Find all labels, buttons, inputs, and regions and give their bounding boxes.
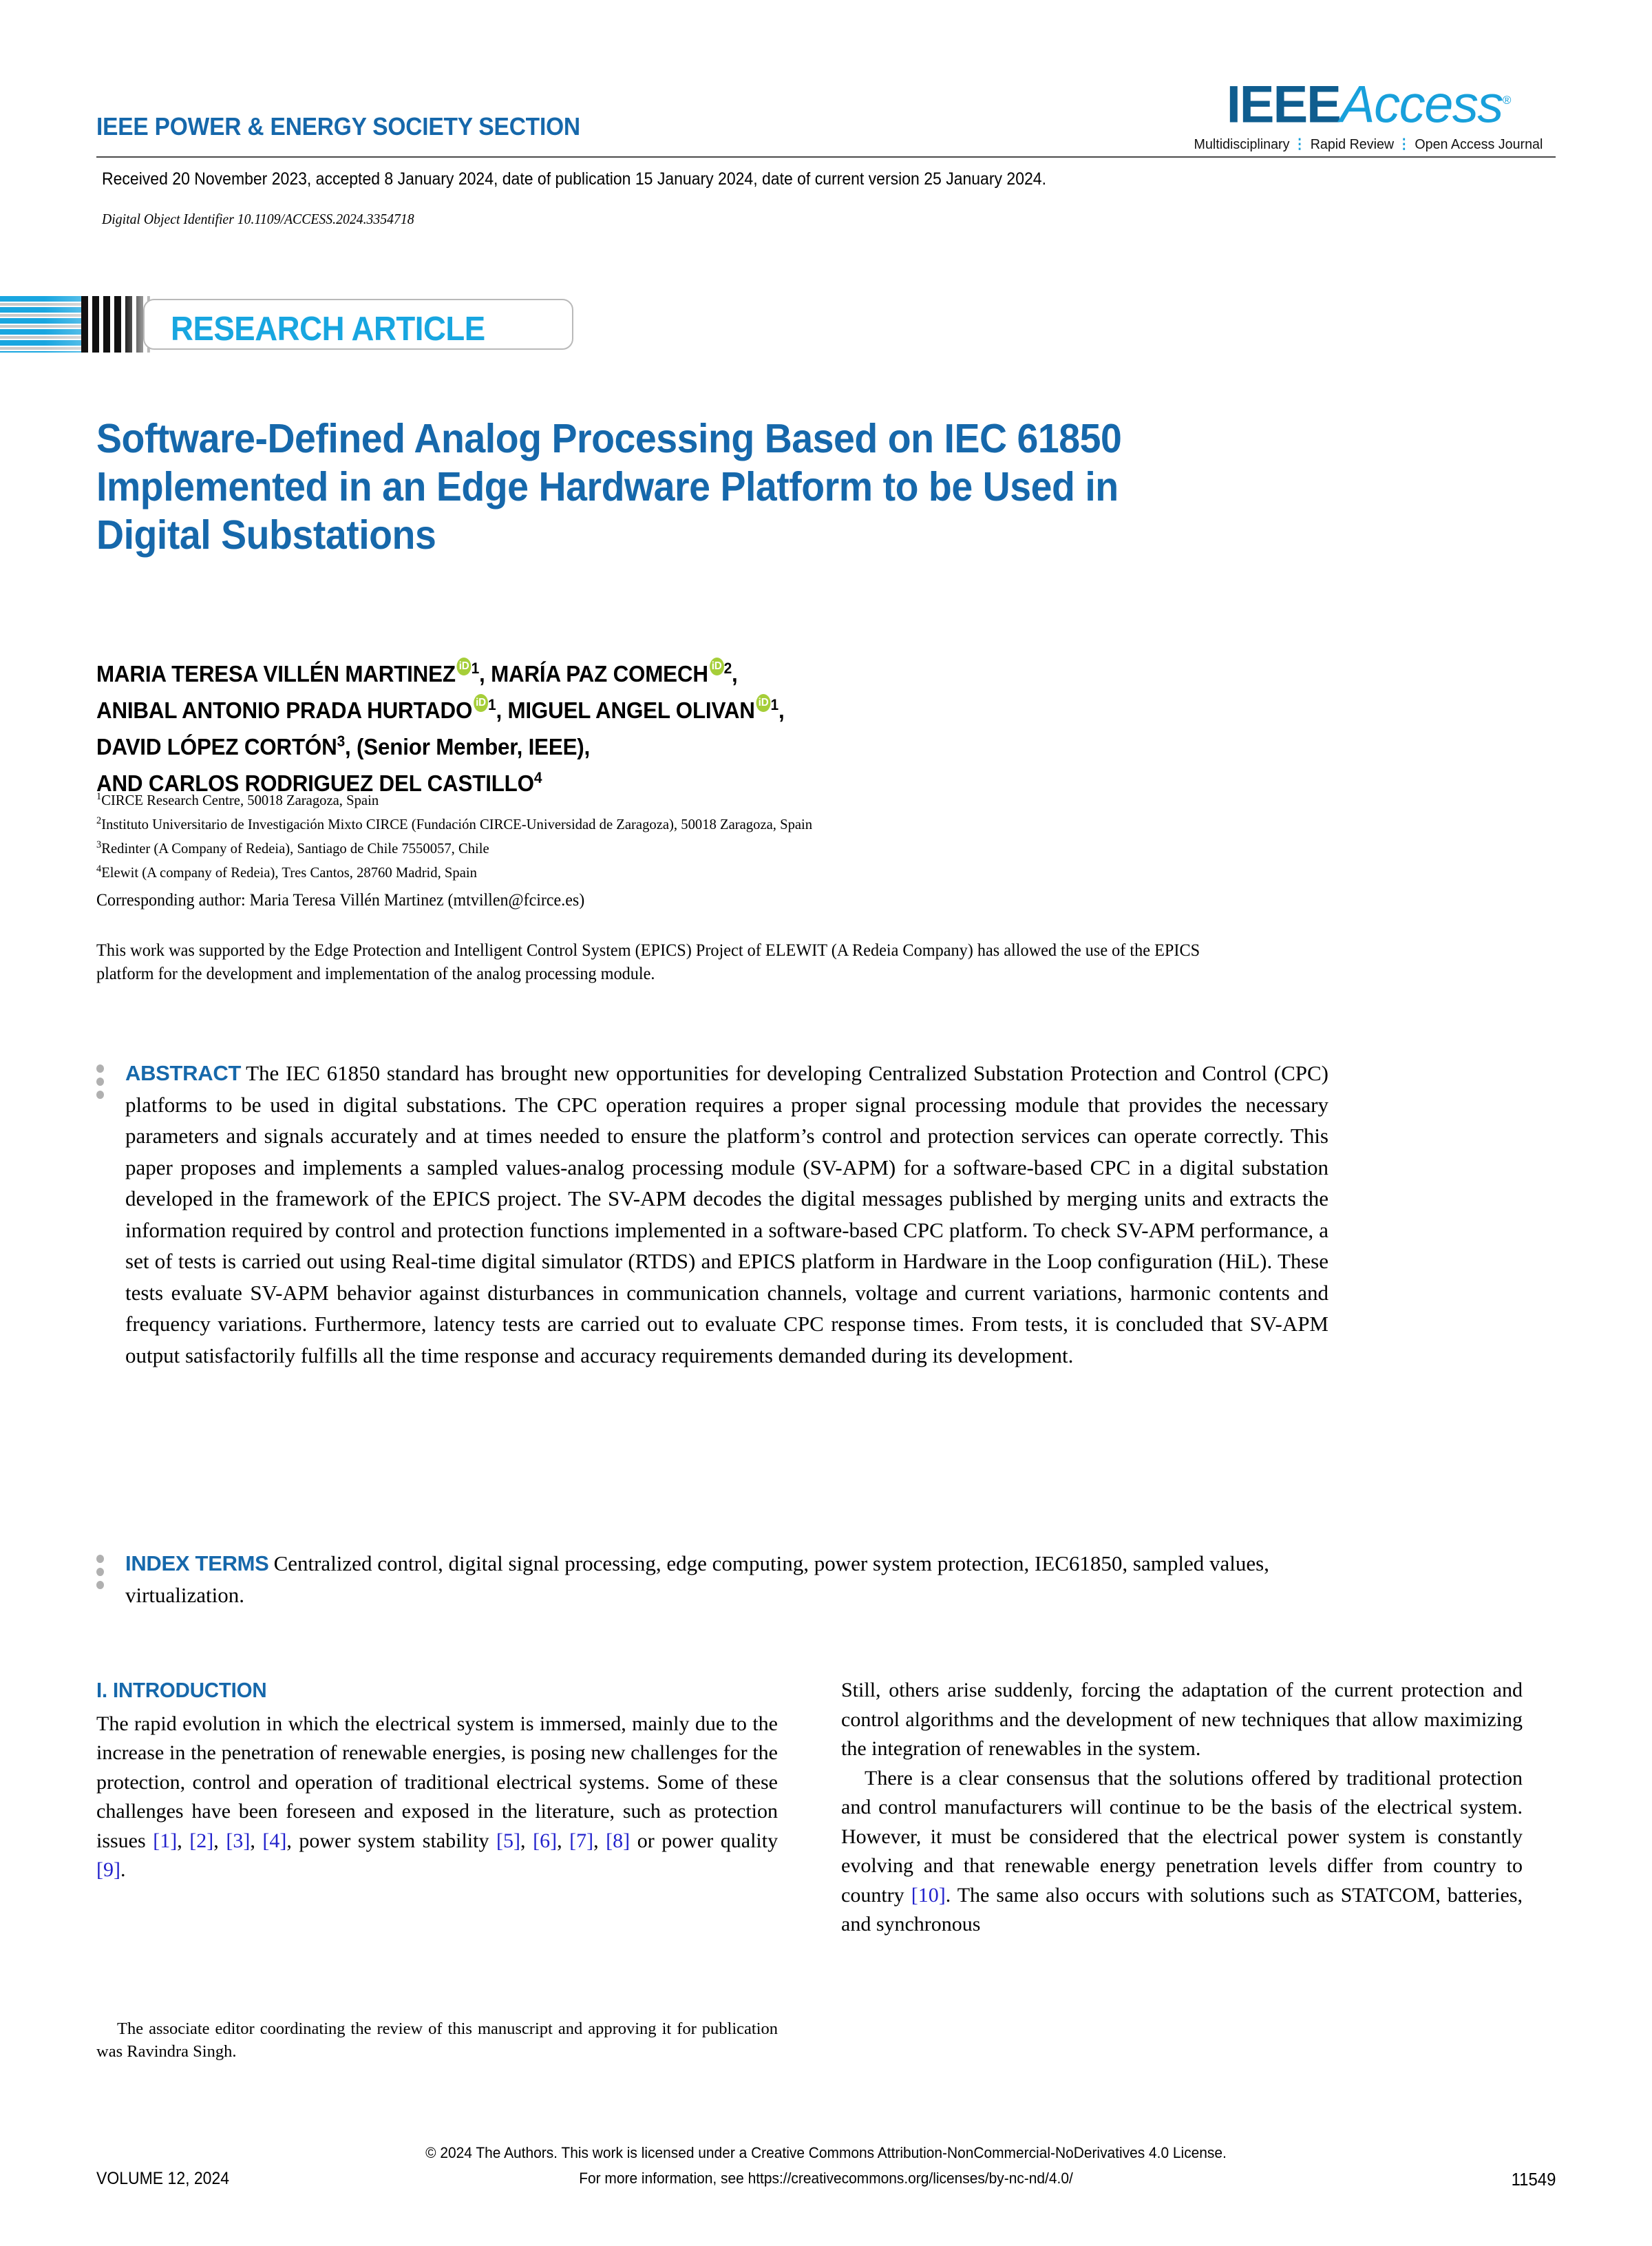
paragraph: There is a clear consensus that the solu…: [841, 1764, 1523, 1940]
affiliation-number: 3: [96, 839, 102, 851]
banner-cyan-stripes-icon: [0, 296, 81, 353]
index-terms-body: INDEX TERMS Centralized control, digital …: [125, 1548, 1328, 1610]
doi-line: Digital Object Identifier 10.1109/ACCESS…: [102, 211, 414, 227]
abstract-body: ABSTRACT The IEC 61850 standard has broug…: [125, 1058, 1328, 1371]
funding-statement: This work was supported by the Edge Prot…: [96, 941, 1200, 983]
affiliation-item: 3Redinter (A Company of Redeia), Santiag…: [96, 835, 1352, 859]
license-line-1: © 2024 The Authors. This work is license…: [425, 2144, 1227, 2161]
affiliation-number: 2: [96, 815, 102, 827]
vertical-dots-icon: [96, 1064, 106, 1107]
citation-link[interactable]: [6]: [533, 1829, 557, 1852]
author-name: MARÍA PAZ COMECH: [491, 661, 708, 686]
author-line-2: ANIBAL ANTONIO PRADA HURTADO iD 1, MIGUEL …: [96, 689, 1339, 726]
affiliation-marker: 3: [337, 733, 346, 750]
author-line-3: DAVID LÓPEZ CORTÓN3, (Senior Member, IEE…: [96, 726, 1339, 762]
affiliation-marker: 1: [471, 660, 480, 677]
tagline-separator-icon: ⋮: [1293, 136, 1307, 153]
author-name: DAVID LÓPEZ CORTÓN: [96, 734, 337, 759]
tagline-rapid-review: Rapid Review: [1310, 136, 1395, 153]
citation-link[interactable]: [10]: [911, 1884, 946, 1907]
banner-barcode-icon: [81, 296, 150, 353]
corresponding-author: Corresponding author: Maria Teresa Villé…: [96, 891, 585, 910]
orcid-icon[interactable]: iD: [709, 658, 724, 675]
orcid-icon[interactable]: iD: [756, 694, 771, 712]
affiliation-marker: 4: [533, 769, 542, 786]
affiliation-text: Instituto Universitario de Investigación…: [101, 816, 813, 833]
body-column-left: I. INTRODUCTION The rapid evolution in w…: [96, 1676, 778, 1885]
research-article-label: RESEARCH ARTICLE: [171, 311, 485, 348]
paper-page: IEEE POWER & ENERGY SOCIETY SECTION IEEE…: [0, 0, 1652, 2246]
orcid-icon[interactable]: iD: [474, 694, 489, 712]
affiliation-marker: 1: [488, 696, 496, 713]
affiliation-text: CIRCE Research Centre, 50018 Zaragoza, S…: [101, 792, 379, 809]
section-heading-introduction: I. INTRODUCTION: [96, 1678, 267, 1702]
research-article-banner: RESEARCH ARTICLE: [0, 296, 585, 353]
affiliation-marker: 2: [723, 660, 732, 677]
page-title: Software-Defined Analog Processing Based…: [96, 415, 1122, 558]
license-line-2: For more information, see https://creati…: [579, 2170, 1073, 2187]
access-wordmark: Access: [1339, 75, 1503, 134]
abstract-text: The IEC 61850 standard has brought new o…: [125, 1061, 1328, 1367]
citation-link[interactable]: [3]: [226, 1829, 250, 1852]
affiliation-text: Redinter (A Company of Redeia), Santiago…: [101, 840, 489, 857]
ieee-wordmark: IEEE: [1226, 75, 1342, 134]
body-column-right: Still, others arise suddenly, forcing th…: [841, 1676, 1523, 1940]
paragraph-text: .: [120, 1858, 126, 1881]
page-header: IEEE POWER & ENERGY SOCIETY SECTION IEEE…: [0, 38, 1652, 158]
affiliation-marker: 1: [770, 696, 779, 713]
society-section-label: IEEE POWER & ENERGY SOCIETY SECTION: [96, 112, 580, 140]
author-line-1: MARIA TERESA VILLÉN MARTINEZ iD 1, MARÍA P…: [96, 653, 1339, 689]
author-membership: , (Senior Member, IEEE),: [345, 734, 591, 759]
ieee-access-wordmark: IEEEAccess®: [1187, 74, 1550, 132]
paragraph-text: or power quality: [630, 1829, 779, 1852]
affiliation-list: 1CIRCE Research Centre, 50018 Zaragoza, …: [96, 786, 1352, 883]
index-terms-text: Centralized control, digital signal proc…: [125, 1551, 1269, 1607]
registered-mark: ®: [1502, 94, 1511, 107]
footer-license: © 2024 The Authors. This work is license…: [0, 2140, 1652, 2191]
abstract-label: ABSTRACT: [125, 1061, 242, 1085]
affiliation-number: 1: [96, 791, 102, 802]
affiliation-item: 1CIRCE Research Centre, 50018 Zaragoza, …: [96, 786, 1352, 810]
footer-page-number: 11549: [1511, 2169, 1556, 2190]
paragraph: The rapid evolution in which the electri…: [96, 1712, 779, 1882]
citation-link[interactable]: [1]: [153, 1829, 177, 1852]
editor-footnote: The associate editor coordinating the re…: [96, 2019, 778, 2061]
affiliation-text: Elewit (A company of Redeia), Tres Canto…: [101, 864, 477, 881]
citation-link[interactable]: [7]: [569, 1829, 593, 1852]
ieee-access-logo: IEEEAccess® Multidisciplinary ⋮ Rapid Revi…: [1187, 74, 1550, 153]
affiliation-number: 4: [96, 863, 102, 875]
citation-link[interactable]: [4]: [262, 1829, 286, 1852]
citation-link[interactable]: [2]: [189, 1829, 213, 1852]
index-terms-label: INDEX TERMS: [125, 1551, 269, 1575]
index-terms-block: INDEX TERMS Centralized control, digital …: [96, 1548, 1328, 1610]
citation-link[interactable]: [5]: [496, 1829, 520, 1852]
tagline-multidisciplinary: Multidisciplinary: [1194, 136, 1290, 153]
publication-dates: Received 20 November 2023, accepted 8 Ja…: [102, 169, 1046, 189]
citation-link[interactable]: [9]: [96, 1858, 120, 1881]
tagline-separator-icon: ⋮: [1397, 136, 1412, 153]
affiliation-item: 4Elewit (A company of Redeia), Tres Cant…: [96, 859, 1352, 883]
tagline-open-access: Open Access Journal: [1415, 136, 1543, 153]
author-name: MIGUEL ANGEL OLIVAN: [507, 697, 755, 723]
author-name: ANIBAL ANTONIO PRADA HURTADO: [96, 697, 473, 723]
author-list: MARIA TERESA VILLÉN MARTINEZ iD 1, MARÍA P…: [96, 653, 1339, 799]
paragraph: Still, others arise suddenly, forcing th…: [841, 1679, 1523, 1760]
affiliation-item: 2Instituto Universitario de Investigació…: [96, 810, 1352, 835]
orcid-icon[interactable]: iD: [456, 658, 472, 675]
vertical-dots-icon: [96, 1555, 106, 1597]
citation-link[interactable]: [8]: [606, 1829, 630, 1852]
author-name: MARIA TERESA VILLÉN MARTINEZ: [96, 661, 456, 686]
paragraph-text: power system stability: [291, 1829, 497, 1852]
header-divider: [96, 156, 1556, 158]
access-tagline: Multidisciplinary ⋮ Rapid Review ⋮ Open Acce…: [1194, 136, 1543, 153]
abstract-block: ABSTRACT The IEC 61850 standard has broug…: [96, 1058, 1328, 1371]
